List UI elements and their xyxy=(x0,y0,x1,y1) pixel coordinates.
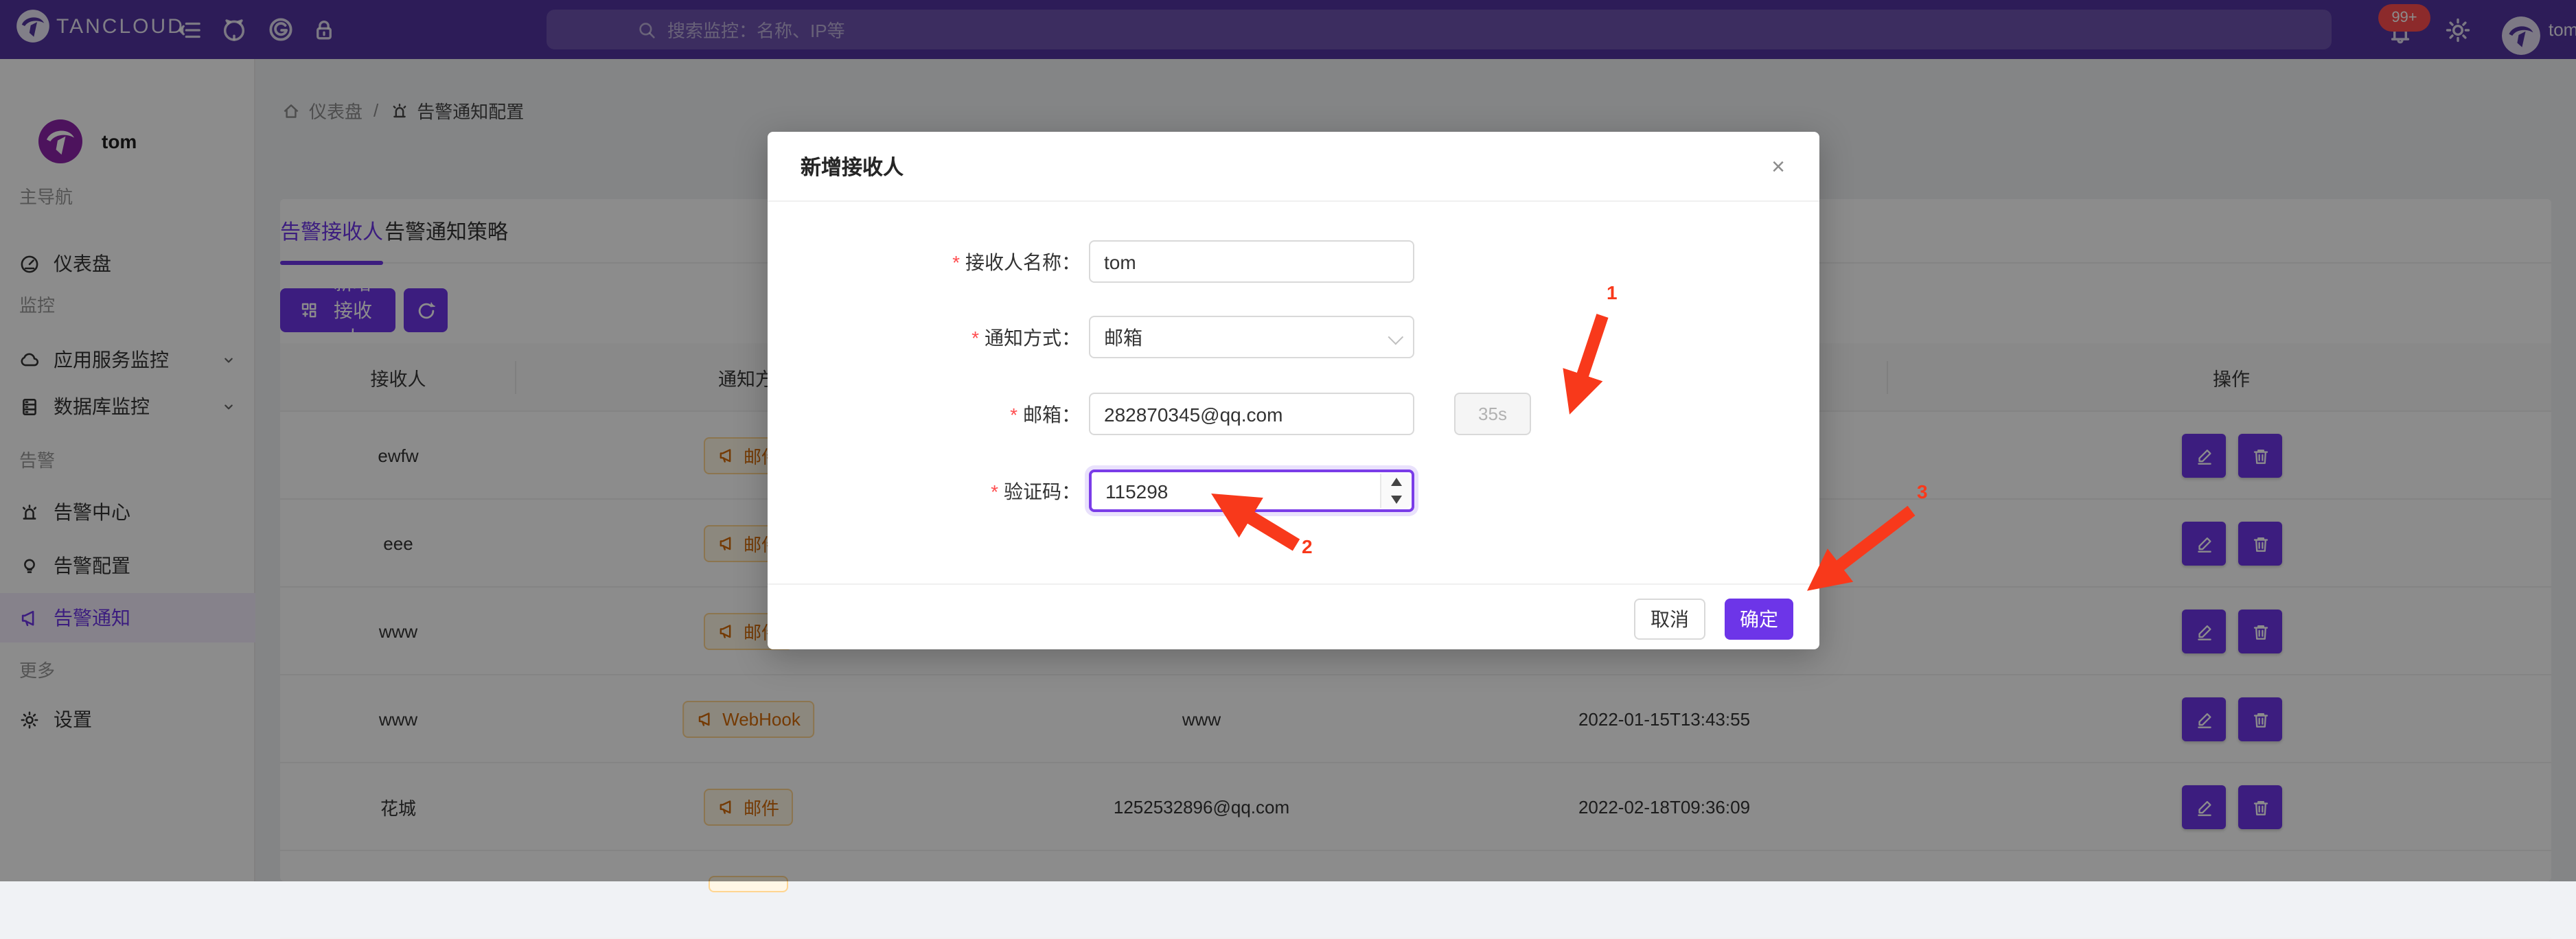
app-root: TANCLOUD xyxy=(0,0,2576,881)
confirm-button[interactable]: 确定 xyxy=(1725,599,1793,640)
email-field-label: *邮箱： xyxy=(861,393,1081,435)
annotation-label-1: 1 xyxy=(1607,281,1618,303)
form-row-name: *接收人名称： xyxy=(768,240,1819,283)
recipient-name-input[interactable] xyxy=(1089,240,1414,283)
send-code-countdown-button[interactable]: 35s xyxy=(1454,393,1531,435)
stepper-down-icon[interactable] xyxy=(1381,491,1410,508)
stepper-up-icon[interactable] xyxy=(1381,474,1410,491)
required-asterisk: * xyxy=(971,326,979,348)
chevron-down-icon xyxy=(1388,329,1404,345)
method-field-label: *通知方式： xyxy=(861,316,1081,358)
annotation-label-3: 3 xyxy=(1917,480,1928,502)
close-icon[interactable]: × xyxy=(1762,151,1795,184)
required-asterisk: * xyxy=(1010,403,1017,425)
add-recipient-modal: 新增接收人 × *接收人名称： *通知方式： 邮箱 *邮箱： 35s *验证码： xyxy=(768,132,1819,649)
form-row-code: *验证码： xyxy=(768,470,1819,512)
number-stepper[interactable] xyxy=(1380,474,1410,508)
name-field-label: *接收人名称： xyxy=(861,240,1081,283)
annotation-label-2: 2 xyxy=(1302,535,1313,557)
modal-footer: 取消 确定 xyxy=(768,583,1819,649)
modal-title: 新增接收人 xyxy=(801,152,904,181)
required-asterisk: * xyxy=(991,480,998,502)
code-field-label: *验证码： xyxy=(861,470,1081,512)
modal-header: 新增接收人 × xyxy=(768,132,1819,202)
form-row-method: *通知方式： 邮箱 xyxy=(768,316,1819,358)
notice-method-select[interactable]: 邮箱 xyxy=(1089,316,1414,358)
select-value: 邮箱 xyxy=(1104,323,1142,351)
email-input[interactable] xyxy=(1089,393,1414,435)
required-asterisk: * xyxy=(952,251,960,273)
form-row-email: *邮箱： 35s xyxy=(768,393,1819,435)
verification-code-input[interactable] xyxy=(1089,470,1414,512)
cancel-button[interactable]: 取消 xyxy=(1634,599,1705,640)
